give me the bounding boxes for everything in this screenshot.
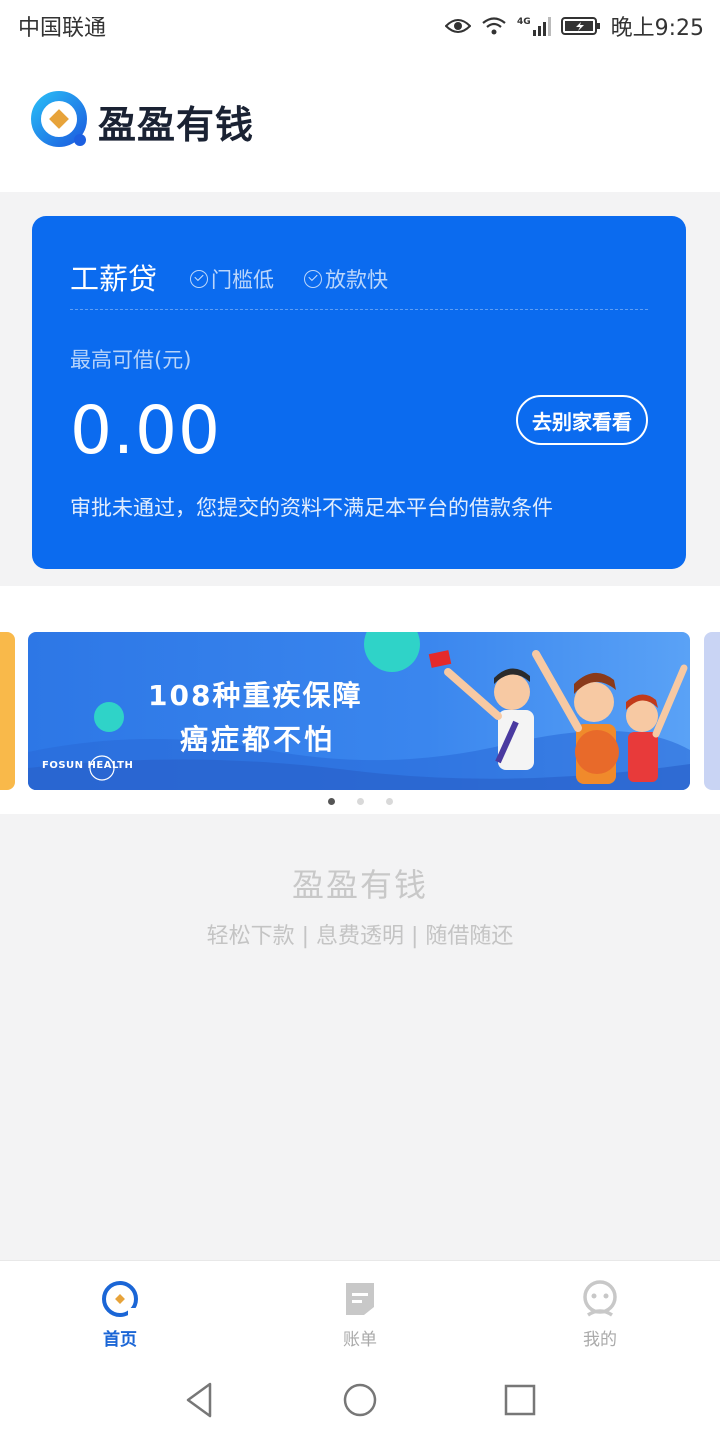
rejection-message: 审批未通过，您提交的资料不满足本平台的借款条件 (70, 496, 553, 520)
tab-profile[interactable]: 我的 (540, 1279, 660, 1350)
carousel-indicator (0, 798, 720, 805)
banner-sponsor: FOSUN HEALTH (42, 760, 134, 771)
limit-label: 最高可借(元) (70, 348, 192, 372)
wifi-icon (481, 16, 507, 36)
carousel-dot[interactable] (356, 798, 364, 805)
product-title: 工薪贷 (70, 262, 158, 296)
try-others-button[interactable]: 去别家看看 (516, 395, 648, 445)
carrier-label: 中国联通 (18, 16, 107, 41)
banner-slide-previous[interactable] (0, 632, 15, 790)
bill-icon (346, 1283, 374, 1315)
card-divider (70, 309, 648, 310)
limit-amount: 0.00 (70, 392, 221, 469)
signal-icon: 4G (517, 15, 551, 37)
battery-icon (560, 16, 601, 36)
tab-home[interactable]: 首页 (60, 1279, 180, 1350)
tag-label: 放款快 (325, 268, 388, 292)
check-circle-icon (190, 270, 208, 288)
banner-slide-next[interactable] (704, 632, 720, 790)
app-header: 盈盈有钱 (0, 52, 720, 192)
tag-fast-payout: 放款快 (304, 264, 388, 294)
system-navigation-bar (0, 1360, 720, 1440)
tab-label: 首页 (103, 1330, 137, 1350)
status-bar: 中国联通 4G 晚上9:25 (0, 0, 720, 52)
eye-icon (444, 17, 471, 35)
tab-label: 我的 (583, 1330, 617, 1350)
carousel-dot[interactable] (385, 798, 393, 805)
banner-slide[interactable]: 108种重疾保障 癌症都不怕 FOSUN HEALTH (28, 632, 690, 790)
tag-label: 门槛低 (211, 268, 274, 292)
loan-section: 工薪贷 门槛低 放款快 最高可借(元) 0.00 去别家看看 审批未通过，您提交… (0, 192, 720, 586)
footer-slogan: 轻松下款 | 息费透明 | 随借随还 (206, 924, 514, 949)
banner-subheadline: 癌症都不怕 (180, 723, 336, 756)
recents-icon[interactable] (500, 1380, 540, 1420)
clock: 晚上9:25 (610, 16, 704, 41)
app-title: 盈盈有钱 (98, 103, 255, 147)
home-button-icon[interactable] (340, 1380, 380, 1420)
banner-headline: 108种重疾保障 (148, 679, 363, 712)
profile-icon (583, 1280, 617, 1317)
tag-low-threshold: 门槛低 (190, 264, 274, 294)
carousel-dot[interactable] (327, 798, 335, 805)
network-label: 4G (517, 17, 531, 27)
footer-brand: 盈盈有钱 (291, 866, 428, 904)
banner-carousel: 108种重疾保障 癌症都不怕 FOSUN HEALTH (0, 586, 720, 814)
status-icons: 4G 晚上9:25 (444, 10, 704, 42)
loan-card: 工薪贷 门槛低 放款快 最高可借(元) 0.00 去别家看看 审批未通过，您提交… (32, 216, 686, 569)
app-logo-icon (31, 91, 87, 147)
tab-label: 账单 (343, 1330, 377, 1350)
check-circle-icon (304, 270, 322, 288)
home-icon (102, 1281, 138, 1317)
tab-bills[interactable]: 账单 (300, 1279, 420, 1350)
bottom-tab-bar: 首页 账单 我的 (0, 1260, 720, 1360)
back-icon[interactable] (180, 1380, 220, 1420)
